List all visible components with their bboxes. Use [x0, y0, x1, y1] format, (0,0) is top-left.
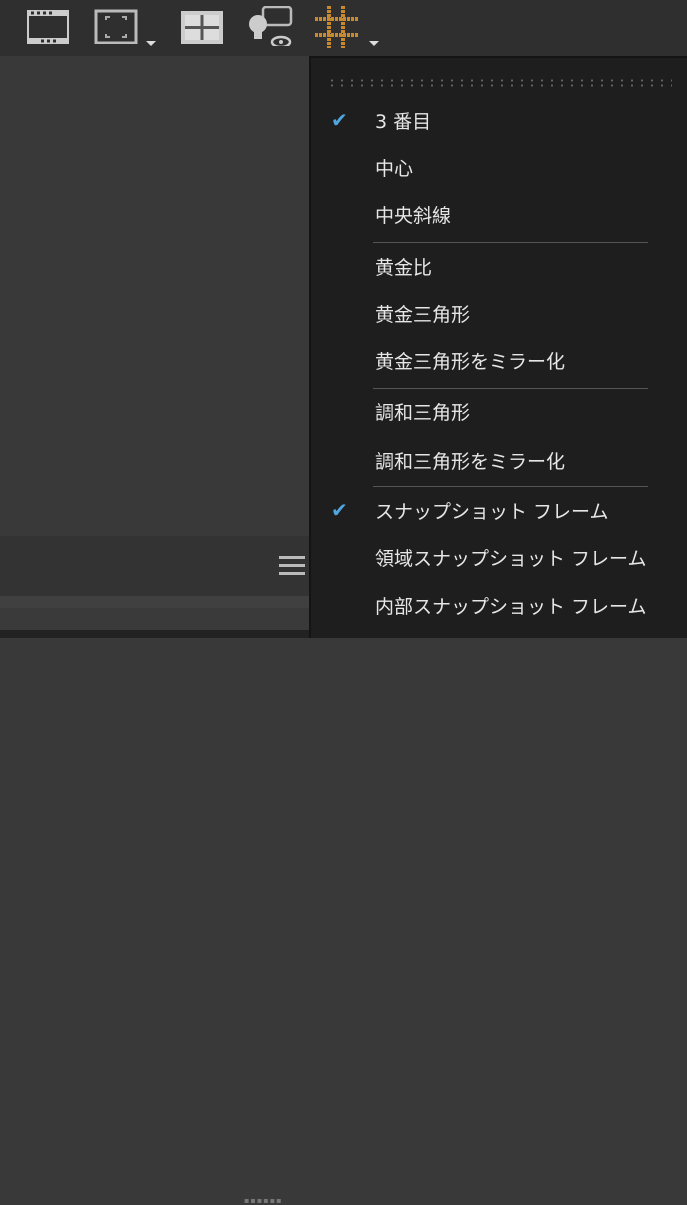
frame-icon[interactable] [94, 6, 138, 46]
menu-item-label: 調和三角形 [375, 401, 471, 424]
menu-item-thirds[interactable]: ✔ 3 番目 [311, 100, 687, 140]
menu-item-harmonious-triangle[interactable]: 調和三角形 [311, 391, 687, 431]
menu-item-label: スナップショット フレーム [375, 500, 609, 523]
filmstrip-icon[interactable] [26, 6, 70, 46]
menu-item-center[interactable]: 中心 [311, 147, 687, 187]
menu-item-label: 領域スナップショット フレーム [375, 547, 647, 570]
frame-dropdown-caret[interactable] [146, 41, 156, 46]
check-icon: ✔ [331, 108, 348, 132]
menu-item-center-diagonal[interactable]: 中央斜線 [311, 194, 687, 234]
menu-icon[interactable] [279, 556, 305, 578]
menu-item-label: 黄金三角形 [375, 303, 471, 326]
menu-item-snapshot-frame[interactable]: ✔ スナップショット フレーム [311, 490, 687, 530]
filmstrip-area [0, 608, 309, 630]
panel-divider[interactable]: ▪▪▪▪▪▪ [0, 596, 309, 1205]
menu-item-golden-ratio[interactable]: 黄金比 [311, 246, 687, 286]
menu-item-label: 3 番目 [375, 110, 432, 133]
overlay-dropdown-caret[interactable] [369, 41, 379, 46]
menu-separator [373, 388, 648, 389]
resize-grip-icon[interactable]: ▪▪▪▪▪▪ [244, 1196, 283, 1205]
grid-icon[interactable] [180, 6, 224, 46]
overlay-grid-icon[interactable] [314, 6, 360, 48]
menu-item-label: 調和三角形をミラー化 [375, 450, 566, 473]
menu-item-label: 内部スナップショット フレーム [375, 595, 647, 618]
toolbar [0, 0, 687, 56]
menu-item-label: 黄金三角形をミラー化 [375, 350, 566, 373]
lightbulb-comment-icon[interactable] [246, 6, 294, 46]
overlay-menu: ✔ 3 番目 中心 中央斜線 黄金比 黄金三角形 黄金三角形をミラー化 調和三角形… [309, 56, 687, 638]
menu-item-label: 中央斜線 [375, 204, 452, 227]
menu-item-golden-triangle-mirror[interactable]: 黄金三角形をミラー化 [311, 340, 687, 380]
menu-item-label: 中心 [375, 157, 414, 180]
viewer-area [0, 56, 309, 536]
menu-tearoff-handle[interactable] [327, 78, 672, 88]
menu-item-inner-snapshot-frame[interactable]: 内部スナップショット フレーム [311, 585, 687, 625]
menu-item-harmonious-triangle-mirror[interactable]: 調和三角形をミラー化 [311, 440, 687, 480]
menu-separator [373, 242, 648, 243]
bottom-panel [0, 536, 309, 596]
menu-separator [373, 486, 648, 487]
check-icon: ✔ [331, 498, 348, 522]
menu-item-golden-triangle[interactable]: 黄金三角形 [311, 293, 687, 333]
bottom-edge [0, 630, 309, 638]
menu-item-label: 黄金比 [375, 256, 433, 279]
menu-item-area-snapshot-frame[interactable]: 領域スナップショット フレーム [311, 537, 687, 577]
